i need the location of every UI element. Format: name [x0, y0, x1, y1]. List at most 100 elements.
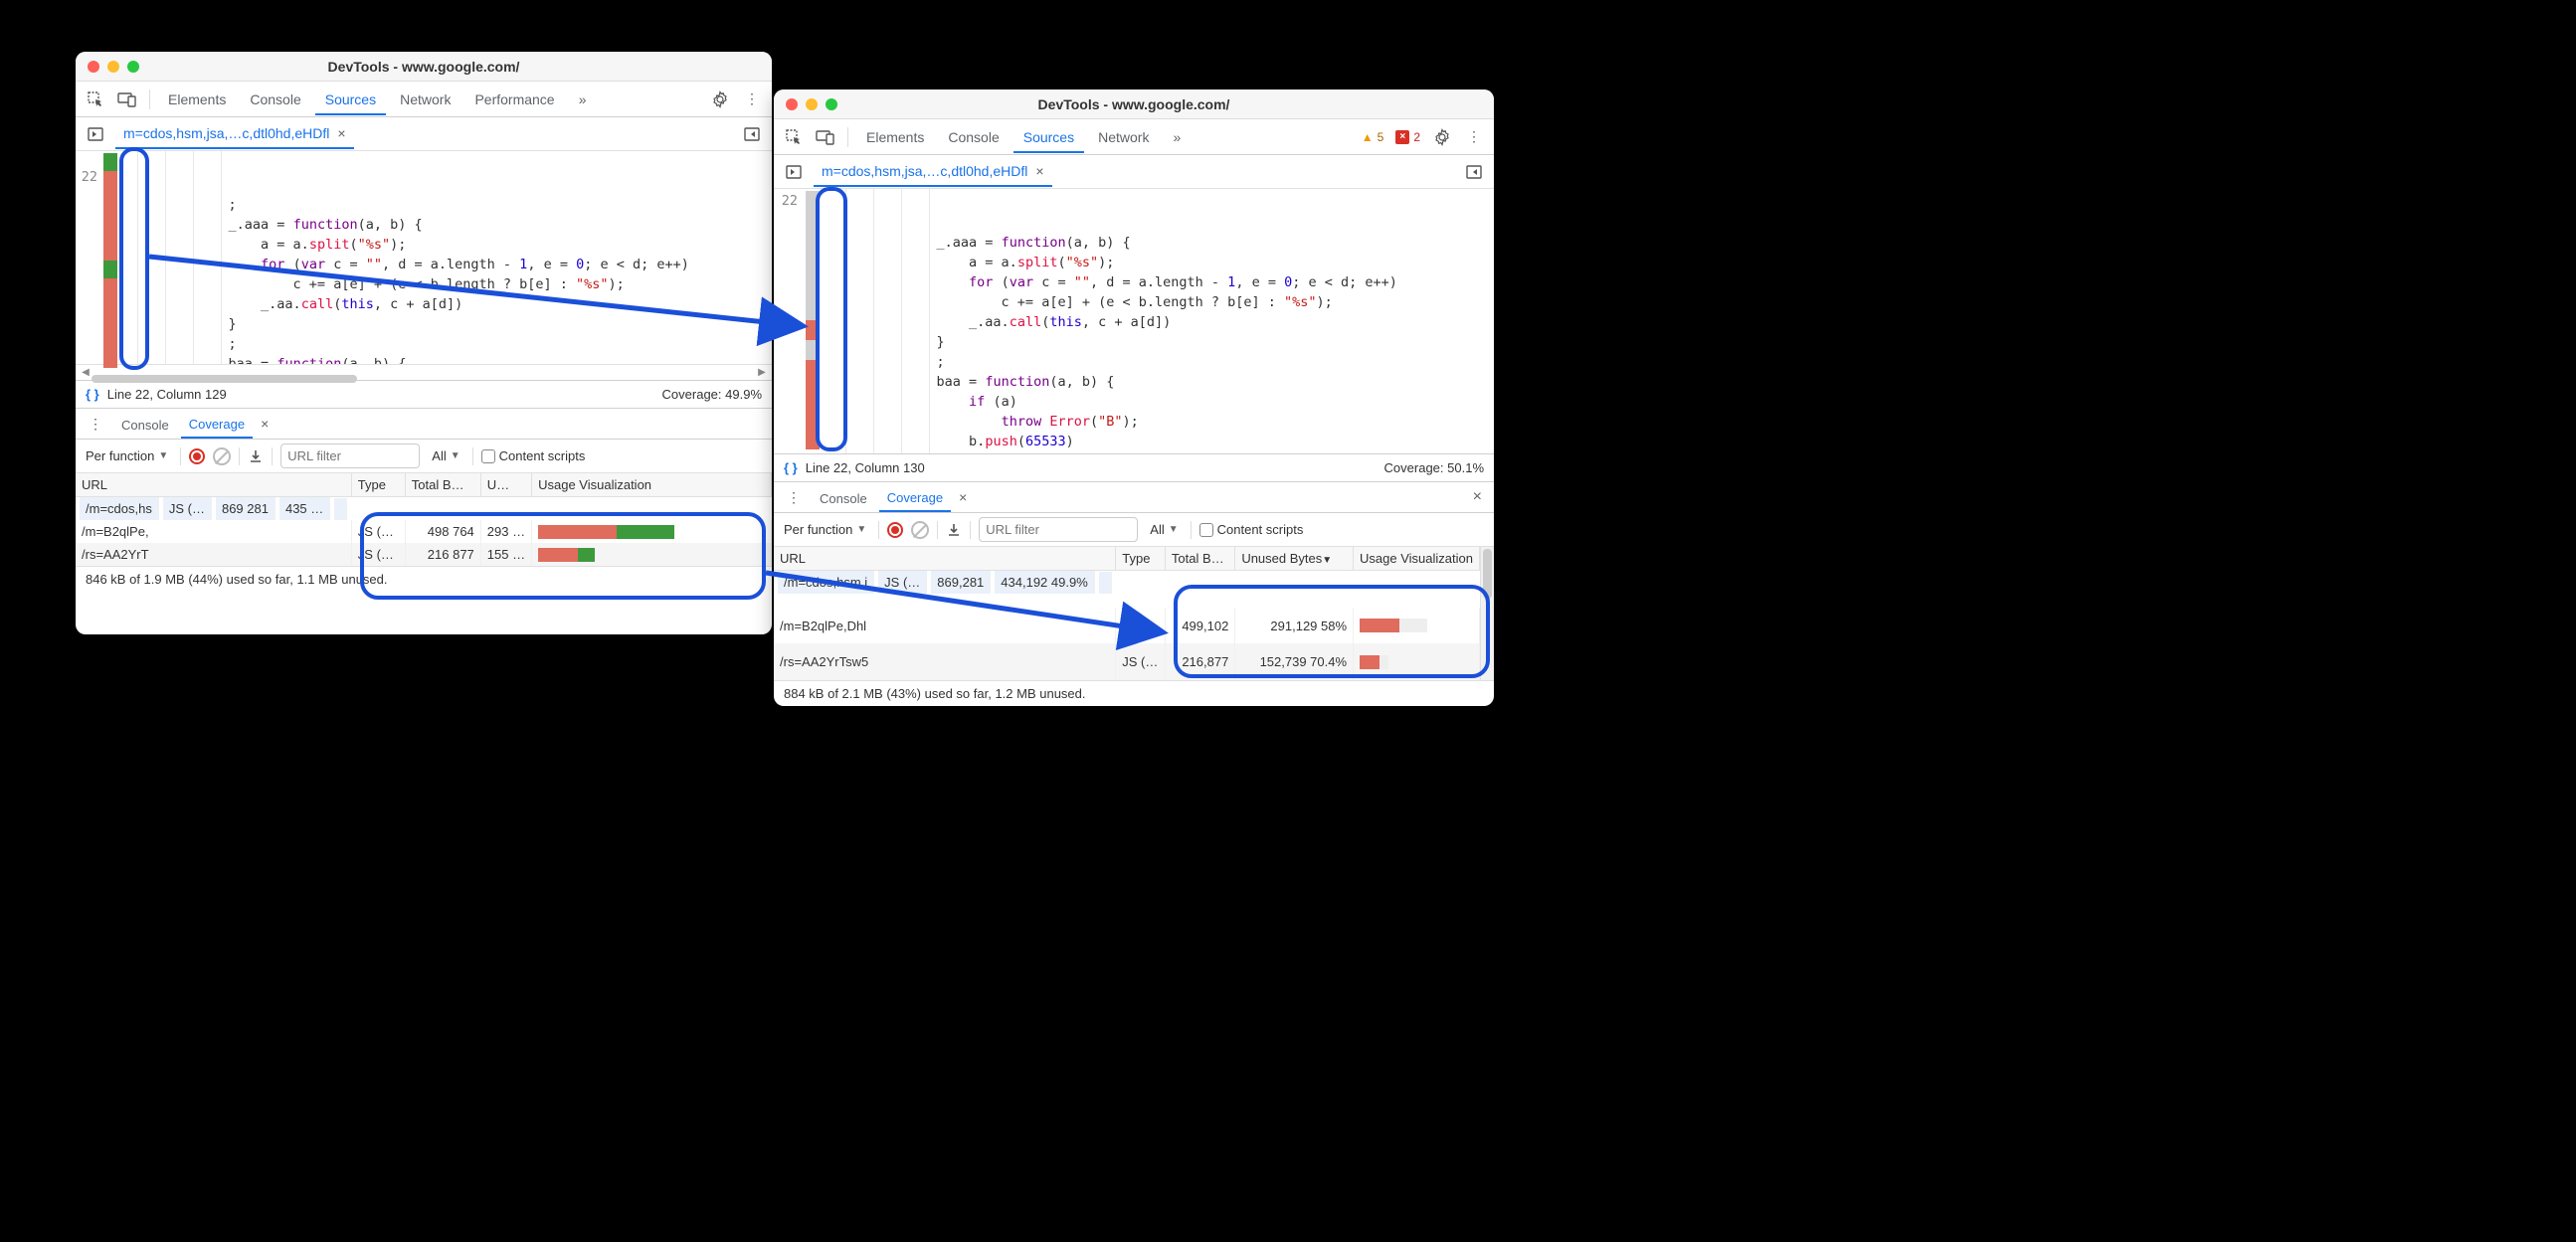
warning-count-badge[interactable]: ▲5 — [1358, 129, 1388, 145]
file-tab-row: m=cdos,hsm,jsa,…c,dtl0hd,eHDfl × — [774, 155, 1494, 189]
horizontal-scrollbar[interactable]: ◀ ▶ — [76, 364, 772, 380]
tab-network[interactable]: Network — [390, 84, 460, 115]
kebab-menu-icon[interactable]: ⋮ — [738, 86, 766, 113]
col-total[interactable]: Total B… — [405, 473, 480, 497]
inspect-icon[interactable] — [82, 86, 109, 113]
code-editor[interactable]: 22 _.aaa = function(a, b) { a = a.split(… — [774, 189, 1494, 453]
coverage-table[interactable]: URL Type Total B… U… Usage Visualization… — [76, 473, 772, 566]
more-tabs-icon[interactable]: » — [1163, 123, 1191, 151]
record-icon[interactable] — [887, 522, 903, 538]
hide-debugger-icon[interactable] — [1460, 158, 1488, 186]
maximize-window-icon[interactable] — [127, 61, 139, 73]
code-body[interactable]: _.aaa = function(a, b) { a = a.split("%s… — [831, 189, 1494, 453]
url-filter-input[interactable] — [280, 444, 420, 468]
settings-icon[interactable] — [1428, 123, 1456, 151]
drawer-tab-coverage[interactable]: Coverage — [879, 483, 951, 512]
code-body[interactable]: ; _.aaa = function(a, b) { a = a.split("… — [123, 151, 772, 364]
vertical-scrollbar[interactable] — [1480, 547, 1494, 680]
type-filter-select[interactable]: All▼ — [1146, 522, 1182, 537]
table-row[interactable]: /m=cdos,hsJS (…869 281435 … — [76, 497, 351, 520]
content-scripts-checkbox[interactable]: Content scripts — [481, 448, 586, 464]
coverage-granularity-select[interactable]: Per function▼ — [780, 522, 870, 537]
coverage-gutter — [806, 191, 820, 451]
col-url[interactable]: URL — [774, 547, 1116, 571]
maximize-window-icon[interactable] — [826, 98, 837, 110]
col-viz[interactable]: Usage Visualization — [1354, 547, 1480, 571]
type-filter-select[interactable]: All▼ — [428, 448, 463, 463]
titlebar[interactable]: DevTools - www.google.com/ — [76, 52, 772, 82]
export-icon[interactable] — [946, 522, 962, 538]
col-unused[interactable]: U… — [480, 473, 531, 497]
clear-icon[interactable] — [213, 447, 231, 465]
table-row[interactable]: /rs=AA2YrTsw5JS (…216,877152,739 70.4% — [774, 643, 1480, 680]
error-icon: × — [1395, 130, 1409, 144]
table-header-row[interactable]: URL Type Total B… U… Usage Visualization — [76, 473, 772, 497]
titlebar[interactable]: DevTools - www.google.com/ — [774, 89, 1494, 119]
error-count-badge[interactable]: ×2 — [1391, 129, 1424, 145]
coverage-granularity-select[interactable]: Per function▼ — [82, 448, 172, 463]
chevron-down-icon: ▼ — [856, 524, 866, 535]
show-navigator-icon[interactable] — [82, 120, 109, 148]
close-window-icon[interactable] — [786, 98, 798, 110]
drawer-tab-console[interactable]: Console — [812, 484, 875, 511]
coverage-toolbar: Per function▼ All▼ Content scripts — [76, 440, 772, 473]
table-row[interactable]: /m=B2qlPe,JS (…498 764293 … — [76, 520, 772, 543]
minimize-window-icon[interactable] — [806, 98, 818, 110]
minimize-window-icon[interactable] — [107, 61, 119, 73]
inspect-icon[interactable] — [780, 123, 808, 151]
col-type[interactable]: Type — [1116, 547, 1166, 571]
tab-elements[interactable]: Elements — [856, 121, 934, 153]
col-unused[interactable]: Unused Bytes▼ — [1235, 547, 1354, 571]
line-number: 22 — [82, 169, 97, 185]
drawer-kebab-icon[interactable]: ⋮ — [780, 483, 808, 511]
show-navigator-icon[interactable] — [780, 158, 808, 186]
more-tabs-icon[interactable]: » — [569, 86, 597, 113]
traffic-lights[interactable] — [88, 61, 139, 73]
file-tab-row: m=cdos,hsm,jsa,…c,dtl0hd,eHDfl × — [76, 117, 772, 151]
clear-icon[interactable] — [911, 521, 929, 539]
device-icon[interactable] — [812, 123, 839, 151]
col-total[interactable]: Total B… — [1165, 547, 1234, 571]
tab-elements[interactable]: Elements — [158, 84, 236, 115]
table-row[interactable]: /m=B2qlPe,DhlJS (…499,102291,129 58% — [774, 608, 1480, 644]
tab-sources[interactable]: Sources — [1013, 121, 1084, 153]
col-url[interactable]: URL — [76, 473, 351, 497]
close-tab-icon[interactable]: × — [1035, 163, 1043, 179]
close-drawer-icon[interactable]: × — [1467, 488, 1488, 506]
pretty-print-icon[interactable]: { } — [86, 387, 99, 402]
kebab-menu-icon[interactable]: ⋮ — [1460, 123, 1488, 151]
drawer-tab-console[interactable]: Console — [113, 411, 177, 438]
tab-console[interactable]: Console — [240, 84, 310, 115]
window-title: DevTools - www.google.com/ — [774, 96, 1494, 112]
drawer-kebab-icon[interactable]: ⋮ — [82, 410, 109, 438]
tab-performance[interactable]: Performance — [464, 84, 564, 115]
hide-debugger-icon[interactable] — [738, 120, 766, 148]
drawer-tab-coverage[interactable]: Coverage — [181, 410, 253, 439]
export-icon[interactable] — [248, 448, 264, 464]
tab-console[interactable]: Console — [938, 121, 1009, 153]
tab-sources[interactable]: Sources — [315, 84, 386, 115]
close-drawer-tab-icon[interactable]: × — [955, 489, 971, 505]
close-window-icon[interactable] — [88, 61, 99, 73]
coverage-table[interactable]: URL Type Total B… Unused Bytes▼ Usage Vi… — [774, 547, 1480, 680]
url-filter-input[interactable] — [979, 517, 1138, 542]
table-header-row[interactable]: URL Type Total B… Unused Bytes▼ Usage Vi… — [774, 547, 1480, 571]
drawer-tabbar: ⋮ Console Coverage × — [76, 408, 772, 440]
col-viz[interactable]: Usage Visualization — [532, 473, 772, 497]
file-tab[interactable]: m=cdos,hsm,jsa,…c,dtl0hd,eHDfl × — [115, 119, 354, 149]
file-tab[interactable]: m=cdos,hsm,jsa,…c,dtl0hd,eHDfl × — [814, 157, 1052, 187]
code-editor[interactable]: 22 ; _.aaa = function(a, b) { a = a.spli… — [76, 151, 772, 364]
table-row[interactable]: /m=cdos,hsm,jJS (…869,281434,192 49.9% — [774, 571, 1116, 594]
content-scripts-checkbox[interactable]: Content scripts — [1199, 522, 1304, 538]
close-tab-icon[interactable]: × — [337, 125, 345, 141]
table-row[interactable]: /rs=AA2YrTJS (…216 877155 … — [76, 543, 772, 566]
col-type[interactable]: Type — [351, 473, 405, 497]
close-drawer-tab-icon[interactable]: × — [257, 416, 273, 432]
chevron-down-icon: ▼ — [451, 450, 460, 461]
traffic-lights[interactable] — [786, 98, 837, 110]
device-icon[interactable] — [113, 86, 141, 113]
record-icon[interactable] — [189, 448, 205, 464]
pretty-print-icon[interactable]: { } — [784, 460, 798, 475]
tab-network[interactable]: Network — [1088, 121, 1159, 153]
settings-icon[interactable] — [706, 86, 734, 113]
